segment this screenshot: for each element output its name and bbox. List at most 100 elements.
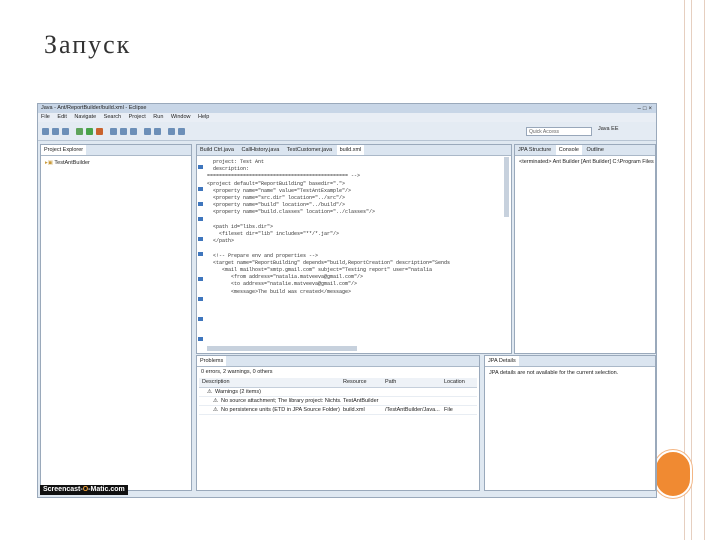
screencast-watermark: Screencast-O-Matic.com	[40, 485, 128, 495]
tab-editor-2[interactable]: CallHistory.java	[238, 145, 282, 155]
warning-icon: ⚠	[207, 389, 212, 395]
back-icon[interactable]	[168, 128, 175, 135]
jpa-details-tabstrip: JPA Details	[485, 356, 655, 367]
column-path[interactable]: Path	[385, 378, 396, 387]
external-tools-icon[interactable]	[96, 128, 103, 135]
project-item-label: TestAntBuilder	[54, 160, 90, 166]
row-resource: build.xml	[343, 407, 365, 413]
menu-edit[interactable]: Edit	[57, 114, 66, 120]
orange-accent-circle	[654, 450, 692, 498]
jpa-details-message: JPA details are not available for the cu…	[489, 370, 619, 376]
menu-project[interactable]: Project	[129, 114, 146, 120]
code-line: <path id="libs.dir">	[207, 223, 274, 230]
menu-navigate[interactable]: Navigate	[74, 114, 96, 120]
eclipse-screenshot: Java - Ant/ReportBuilder/build.xml - Ecl…	[37, 103, 657, 498]
code-line: <property name="build" location="../buil…	[207, 202, 346, 209]
slide-border-line	[704, 0, 705, 540]
outline-tabstrip: JPA Structure Console Outline	[515, 145, 655, 156]
editor-horizontal-scrollbar[interactable]	[207, 346, 357, 351]
gutter-marker	[198, 297, 203, 301]
editor-tabstrip: Build Ctrl.java CallHistory.java TestCus…	[197, 145, 511, 156]
column-description[interactable]: Description	[202, 378, 230, 387]
perspective-button[interactable]: Java EE	[598, 126, 618, 132]
tab-outline[interactable]: Outline	[583, 145, 606, 155]
code-line: <fileset dir="lib" includes="**/*.jar"/>	[207, 231, 340, 238]
menu-search[interactable]: Search	[104, 114, 121, 120]
column-resource[interactable]: Resource	[343, 378, 367, 387]
gutter-marker	[198, 187, 203, 191]
problems-tabstrip: Problems	[197, 356, 479, 367]
tab-project-explorer[interactable]: Project Explorer	[41, 145, 87, 155]
code-line: <message>The build was created</message>	[207, 288, 352, 295]
editor-vertical-scrollbar[interactable]	[504, 157, 509, 217]
problems-table: Description Resource Path Location ⚠ War…	[199, 378, 477, 488]
warning-icon: ⚠	[213, 398, 218, 404]
tab-editor-3[interactable]: TestCustomer.java	[284, 145, 335, 155]
save-icon[interactable]	[52, 128, 59, 135]
gutter-marker	[198, 252, 203, 256]
menu-file[interactable]: File	[41, 114, 50, 120]
folder-icon: ▸▣	[45, 160, 53, 166]
code-line: project: Test Ant	[207, 159, 265, 165]
table-row[interactable]: ⚠ No source attachment; The library proj…	[199, 397, 477, 406]
code-line: <project default="ReportBuilding" basedi…	[207, 180, 346, 187]
warning-icon: ⚠	[213, 407, 218, 413]
gutter-marker	[198, 165, 203, 169]
gutter-marker	[198, 317, 203, 321]
code-line: </path>	[207, 238, 235, 245]
editor-gutter	[197, 157, 204, 353]
gutter-marker	[198, 337, 203, 341]
code-line: <target name="ReportBuilding" depends="b…	[207, 259, 451, 266]
debug-icon[interactable]	[76, 128, 83, 135]
watermark-prefix: Screencast-	[43, 486, 83, 493]
row-resource: TestAntBuilder	[343, 398, 379, 404]
project-explorer-panel: Project Explorer ▸▣ TestAntBuilder	[40, 144, 192, 491]
editor-panel: Build Ctrl.java CallHistory.java TestCus…	[196, 144, 512, 354]
window-title: Java - Ant/ReportBuilder/build.xml - Ecl…	[41, 105, 147, 111]
quick-access-input[interactable]: Quick Access	[526, 127, 592, 136]
new-class-icon[interactable]	[110, 128, 117, 135]
tab-jpa-details[interactable]: JPA Details	[485, 356, 519, 366]
table-row[interactable]: ⚠ Warnings (2 items)	[199, 388, 477, 397]
open-type-icon[interactable]	[120, 128, 127, 135]
run-icon[interactable]	[86, 128, 93, 135]
tab-jpa-structure[interactable]: JPA Structure	[515, 145, 554, 155]
problems-panel: Problems 0 errors, 2 warnings, 0 others …	[196, 355, 480, 491]
next-annotation-icon[interactable]	[144, 128, 151, 135]
code-line: ========================================…	[207, 173, 361, 180]
forward-icon[interactable]	[178, 128, 185, 135]
code-line: <mail mailhost="smtp.gmail.com" subject=…	[207, 267, 433, 274]
gutter-marker	[198, 277, 203, 281]
search-icon[interactable]	[130, 128, 137, 135]
tab-console[interactable]: Console	[555, 145, 582, 155]
code-line: <property name="name" value="TestAntExam…	[207, 187, 352, 194]
tab-editor-4[interactable]: build.xml	[336, 145, 365, 155]
menu-window[interactable]: Window	[171, 114, 191, 120]
menu-help[interactable]: Help	[198, 114, 209, 120]
row-description: No source attachment; The library projec…	[221, 398, 341, 404]
project-item[interactable]: ▸▣ TestAntBuilder	[45, 160, 90, 166]
code-text[interactable]: project: Test Ant description: ==========…	[207, 159, 450, 296]
menu-run[interactable]: Run	[153, 114, 163, 120]
row-description: Warnings (2 items)	[215, 389, 261, 395]
table-row[interactable]: ⚠ No persistence units (ETD in JPA Sourc…	[199, 406, 477, 415]
menu-bar: File Edit Navigate Search Project Run Wi…	[38, 113, 656, 122]
row-description: No persistence units (ETD in JPA Source …	[221, 407, 340, 413]
new-icon[interactable]	[42, 128, 49, 135]
code-line: description:	[207, 166, 250, 173]
tab-editor-1[interactable]: Build Ctrl.java	[197, 145, 237, 155]
project-explorer-tabstrip: Project Explorer	[41, 145, 191, 156]
row-location: File	[444, 407, 453, 413]
column-location[interactable]: Location	[444, 378, 465, 387]
print-icon[interactable]	[62, 128, 69, 135]
gutter-marker	[198, 217, 203, 221]
jpa-details-panel: JPA Details JPA details are not availabl…	[484, 355, 656, 491]
watermark-suffix: -Matic.com	[88, 486, 125, 493]
console-output: <terminated> Ant Builder [Ant Builder] C…	[519, 159, 654, 165]
row-path: /TestAntBuilder/Java...	[385, 407, 440, 413]
prev-annotation-icon[interactable]	[154, 128, 161, 135]
problems-table-header: Description Resource Path Location	[199, 378, 477, 388]
outline-panel: JPA Structure Console Outline <terminate…	[514, 144, 656, 354]
tab-problems[interactable]: Problems	[197, 356, 227, 366]
